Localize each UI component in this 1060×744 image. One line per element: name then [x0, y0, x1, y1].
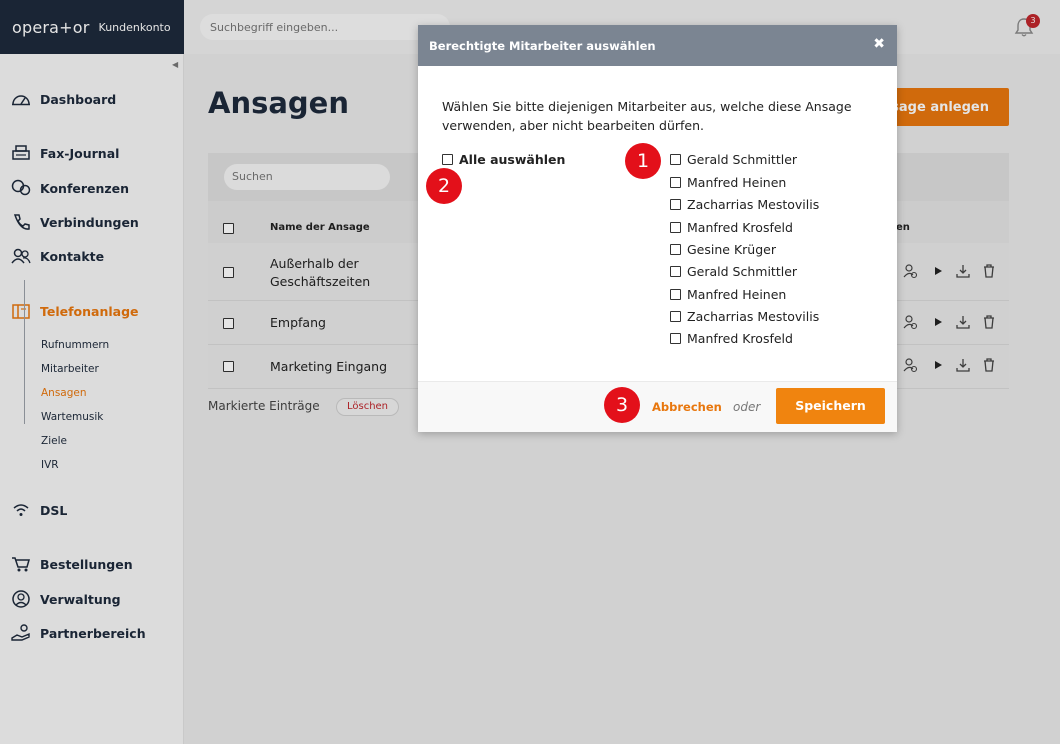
employee-checkbox[interactable]: Zacharrias Mestovilis — [670, 309, 819, 324]
save-button[interactable]: Speichern — [776, 388, 885, 424]
employee-checkbox[interactable]: Zacharrias Mestovilis — [670, 197, 819, 212]
employee-name: Gerald Schmittler — [687, 264, 798, 279]
checkbox-box[interactable] — [670, 177, 681, 188]
employee-name: Manfred Krosfeld — [687, 331, 793, 346]
employee-name: Manfred Heinen — [687, 175, 787, 190]
modal-title: Berechtigte Mitarbeiter auswählen — [429, 39, 656, 53]
employee-checkbox[interactable]: Gesine Krüger — [670, 242, 776, 257]
checkbox-box[interactable] — [670, 244, 681, 255]
checkbox-box[interactable] — [442, 154, 453, 165]
checkbox-box[interactable] — [670, 333, 681, 344]
modal-description: Wählen Sie bitte diejenigen Mitarbeiter … — [442, 99, 852, 133]
annotation-marker-2: 2 — [426, 168, 462, 204]
checkbox-box[interactable] — [670, 266, 681, 277]
checkbox-box[interactable] — [670, 154, 681, 165]
employee-checkbox[interactable]: Manfred Heinen — [670, 287, 786, 302]
employee-name: Gesine Krüger — [687, 242, 776, 257]
employee-name: Manfred Krosfeld — [687, 220, 793, 235]
select-employees-modal: Berechtigte Mitarbeiter auswählen ✖ Wähl… — [418, 25, 897, 432]
employee-name: Zacharrias Mestovilis — [687, 197, 820, 212]
or-separator: oder — [733, 400, 761, 414]
close-icon[interactable]: ✖ — [873, 36, 885, 52]
annotation-marker-3: 3 — [604, 387, 640, 423]
annotation-marker-1: 1 — [625, 143, 661, 179]
employee-checkbox[interactable]: Gerald Schmittler — [670, 264, 797, 279]
select-all-checkbox[interactable]: Alle auswählen — [442, 152, 565, 167]
employee-checkbox[interactable]: Manfred Heinen — [670, 175, 786, 190]
modal-header: Berechtigte Mitarbeiter auswählen ✖ — [418, 25, 897, 66]
employee-name: Gerald Schmittler — [687, 152, 798, 167]
checkbox-label: Alle auswählen — [459, 152, 566, 167]
checkbox-box[interactable] — [670, 311, 681, 322]
checkbox-box[interactable] — [670, 199, 681, 210]
checkbox-box[interactable] — [670, 222, 681, 233]
employee-name: Zacharrias Mestovilis — [687, 309, 820, 324]
cancel-button[interactable]: Abbrechen — [652, 400, 722, 414]
employee-name: Manfred Heinen — [687, 287, 787, 302]
employee-checkbox[interactable]: Manfred Krosfeld — [670, 220, 793, 235]
checkbox-box[interactable] — [670, 289, 681, 300]
employee-checkbox[interactable]: Manfred Krosfeld — [670, 331, 793, 346]
employee-checkbox[interactable]: Gerald Schmittler — [670, 152, 797, 167]
